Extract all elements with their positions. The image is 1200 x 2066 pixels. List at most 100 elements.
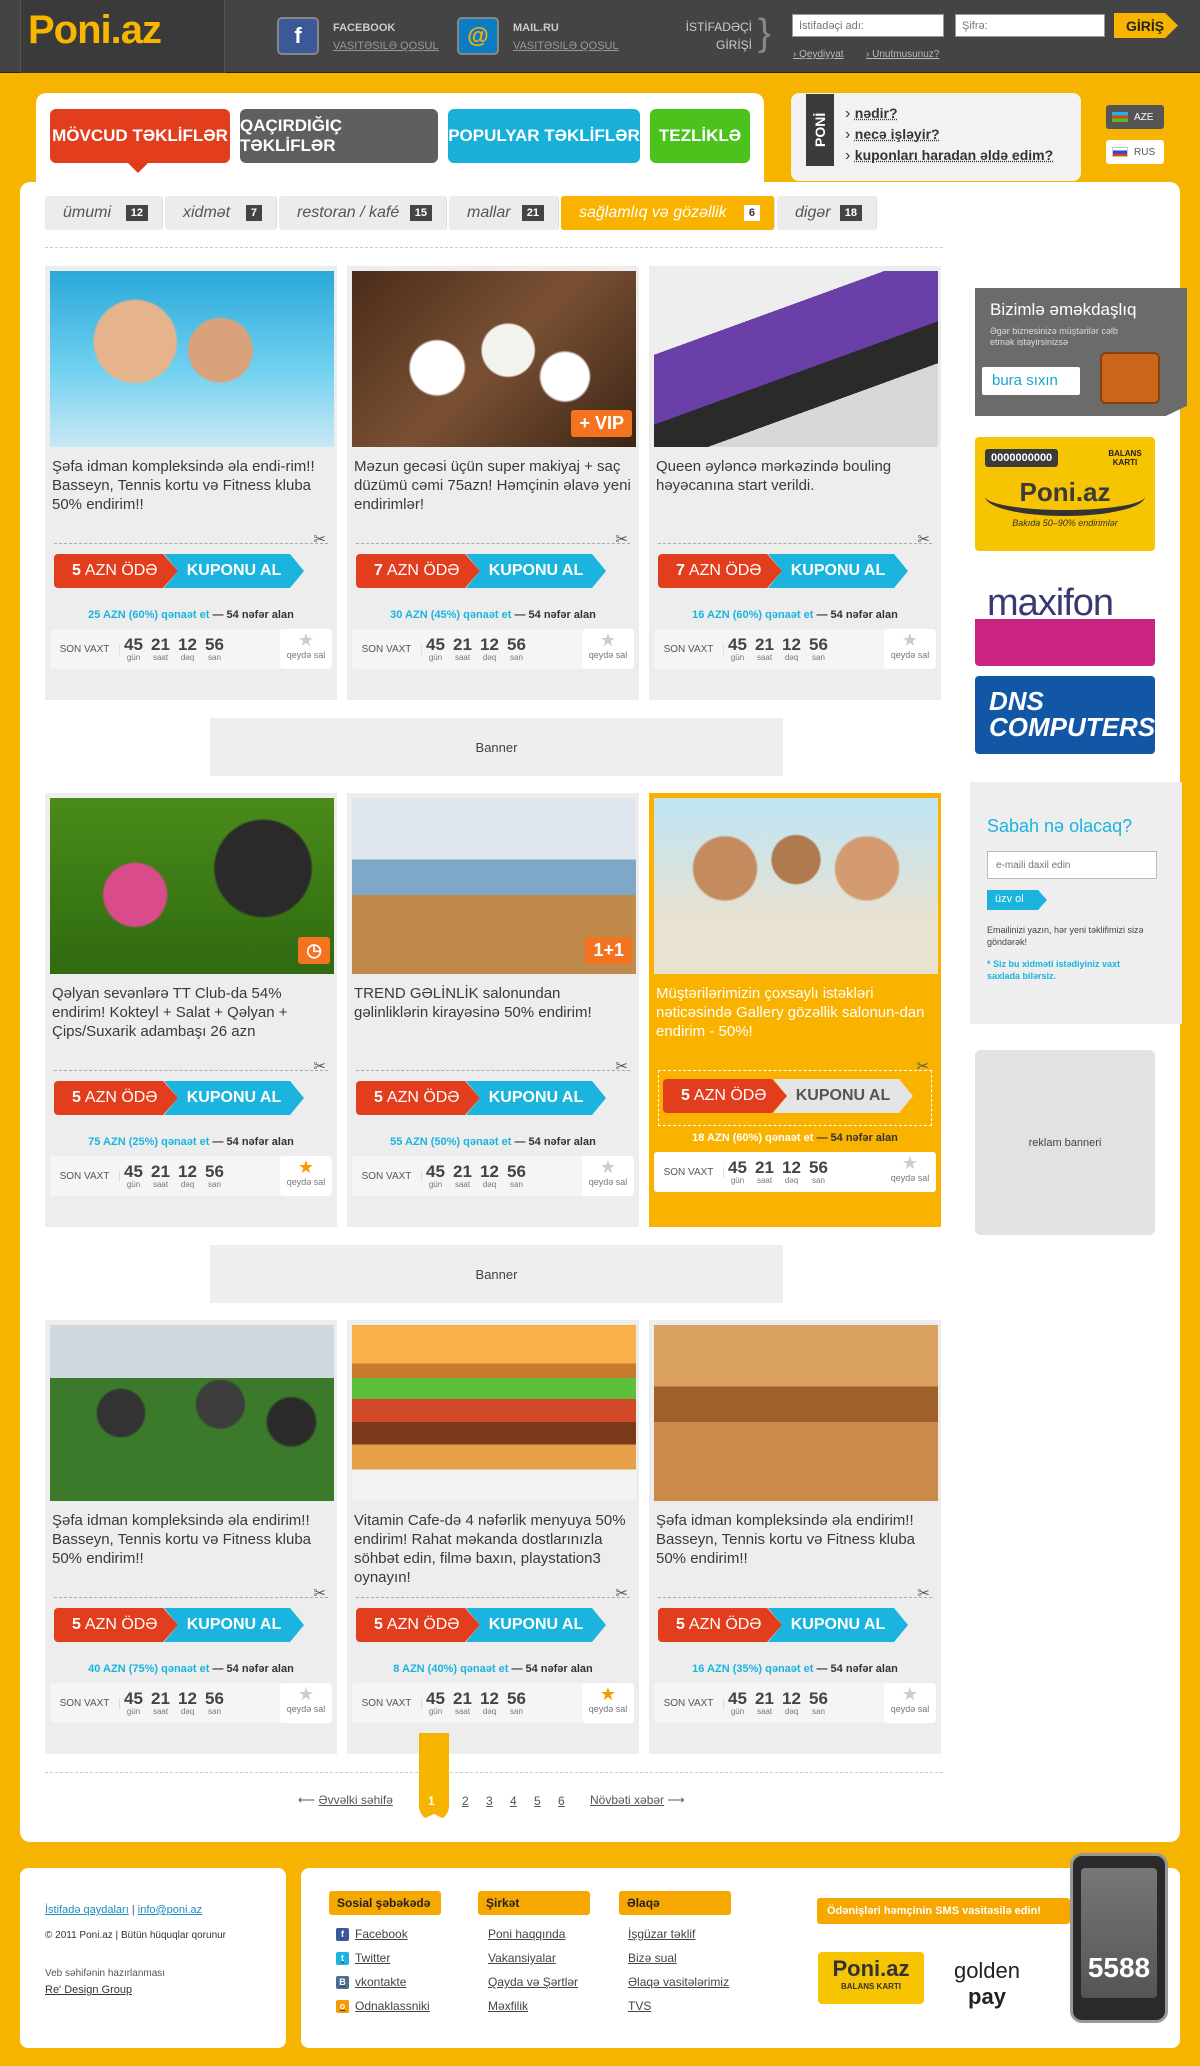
buy-coupon-button[interactable]: KUPONU AL <box>164 1081 304 1115</box>
favorite-button[interactable]: ★ qeydə sal <box>582 1156 634 1196</box>
page-4[interactable]: 4 <box>510 1794 517 1808</box>
pay-button[interactable]: 5 AZN ÖDƏ <box>356 1081 480 1115</box>
deal-card[interactable]: + VIP Məzun gecəsi üçün super makiyaj + … <box>347 266 639 700</box>
goldenpay-logo[interactable]: golden pay <box>934 1952 1040 2009</box>
tvs-link[interactable]: TVS <box>628 1994 729 2018</box>
mailru-icon[interactable]: @ <box>457 17 499 55</box>
password-input[interactable] <box>955 14 1105 37</box>
ad-banner-placeholder[interactable]: reklam banneri <box>975 1050 1155 1235</box>
deal-image[interactable] <box>654 1325 938 1501</box>
deal-image[interactable]: + VIP <box>352 271 636 447</box>
agency-link[interactable]: Re' Design Group <box>45 1984 132 1996</box>
deal-image[interactable] <box>352 1325 636 1501</box>
lang-rus-button[interactable]: RUS <box>1106 140 1164 164</box>
deal-image[interactable] <box>654 271 938 447</box>
business-offer-link[interactable]: İşgüzar təklif <box>628 1922 729 1946</box>
rules-link[interactable]: İstifadə qaydaları <box>45 1904 129 1916</box>
deal-title[interactable]: Şəfa idman kompleksində əla endi-rim!! B… <box>52 457 330 537</box>
site-logo[interactable]: Poni.az <box>28 8 162 53</box>
privacy-link[interactable]: Məxfilik <box>488 1994 578 2018</box>
buy-coupon-button[interactable]: KUPONU AL <box>773 1079 913 1113</box>
favorite-button[interactable]: ★ qeydə sal <box>280 629 332 669</box>
terms-link[interactable]: Qayda və Şərtlər <box>488 1970 578 1994</box>
buy-coupon-button[interactable]: KUPONU AL <box>768 554 908 588</box>
prev-page-link[interactable]: ⟵ Əvvəlki səhifə <box>298 1793 393 1807</box>
tab-coming-soon[interactable]: TEZLİKLƏ <box>650 109 750 163</box>
favorite-button[interactable]: ★ qeydə sal <box>884 629 936 669</box>
vacancies-link[interactable]: Vakansiyalar <box>488 1946 578 1970</box>
deal-title[interactable]: Məzun gecəsi üçün super makiyaj + saç dü… <box>354 457 632 537</box>
banner-slot-2[interactable]: Banner <box>210 1245 783 1303</box>
deal-title[interactable]: Şəfa idman kompleksində əla endirim!! Ba… <box>52 1511 330 1591</box>
category-goods[interactable]: mallar 21 <box>449 196 559 230</box>
favorite-button[interactable]: ★ qeydə sal <box>280 1156 332 1196</box>
next-page-link[interactable]: Növbəti xəbər ⟶ <box>590 1793 685 1807</box>
deal-card[interactable]: ◷ Qəlyan sevənlərə TT Club-da 54% endiri… <box>45 793 337 1227</box>
poni-link-how[interactable]: › necə işləyir? <box>845 124 1053 145</box>
category-restaurant[interactable]: restoran / kafé 15 <box>279 196 447 230</box>
buy-coupon-button[interactable]: KUPONU AL <box>466 1608 606 1642</box>
vkontakte-footer-link[interactable]: Bvkontakte <box>336 1970 430 1994</box>
email-link[interactable]: info@poni.az <box>138 1904 202 1916</box>
category-other[interactable]: digər 18 <box>777 196 877 230</box>
lang-aze-button[interactable]: AZE <box>1106 105 1164 129</box>
facebook-footer-link[interactable]: f Facebook <box>336 1922 430 1946</box>
pay-button[interactable]: 5 AZN ÖDƏ <box>54 1608 178 1642</box>
ask-question-link[interactable]: Bizə sual <box>628 1946 729 1970</box>
buy-coupon-button[interactable]: KUPONU AL <box>466 554 606 588</box>
page-1[interactable]: 1 <box>428 1794 435 1808</box>
deal-card[interactable]: Şəfa idman kompleksində əla endi-rim!! B… <box>45 266 337 700</box>
tab-current-offers[interactable]: MÖVCUD TƏKLİFLƏR <box>50 109 230 163</box>
login-button[interactable]: GİRİŞ <box>1114 13 1178 38</box>
page-3[interactable]: 3 <box>486 1794 493 1808</box>
pay-button[interactable]: 5 AZN ÖDƏ <box>658 1608 782 1642</box>
username-input[interactable] <box>792 14 944 37</box>
page-6[interactable]: 6 <box>558 1794 565 1808</box>
favorite-button[interactable]: ★ qeydə sal <box>280 1683 332 1723</box>
category-general[interactable]: ümumi 12 <box>45 196 163 230</box>
deal-title[interactable]: Qəlyan sevənlərə TT Club-da 54% endirim!… <box>52 984 330 1064</box>
maxifon-ad[interactable]: maxifon <box>975 562 1155 666</box>
deal-card[interactable]: Müştərilərimizin çoxsaylı istəkləri nəti… <box>649 793 941 1227</box>
pay-button[interactable]: 5 AZN ÖDƏ <box>663 1079 787 1113</box>
favorite-button[interactable]: ★ qeydə sal <box>582 629 634 669</box>
deal-title[interactable]: Queen əyləncə mərkəzində bouling həyəcan… <box>656 457 934 537</box>
buy-coupon-button[interactable]: KUPONU AL <box>164 1608 304 1642</box>
balance-card-footer-logo[interactable]: Poni.az BALANS KARTI <box>818 1952 924 2004</box>
tab-missed-offers[interactable]: QAÇIRDIĞIÇ TƏKLİFLƏR <box>240 109 438 163</box>
page-5[interactable]: 5 <box>534 1794 541 1808</box>
deal-card[interactable]: Şəfa idman kompleksində əla endirim!! Ba… <box>649 1320 941 1754</box>
pay-button[interactable]: 7 AZN ÖDƏ <box>356 554 480 588</box>
balance-card-ad[interactable]: 0000000000 BALANS KARTI Poni.az Bakıda 5… <box>975 437 1155 551</box>
about-link[interactable]: Poni haqqında <box>488 1922 578 1946</box>
deal-card[interactable]: 1+1 TREND GƏLİNLİK salonundan gəlinliklə… <box>347 793 639 1227</box>
pay-button[interactable]: 5 AZN ÖDƏ <box>54 1081 178 1115</box>
category-health-beauty[interactable]: sağlamlıq və gözəllik 6 <box>561 196 775 230</box>
subscribe-button[interactable]: üzv ol <box>987 890 1047 910</box>
deal-image[interactable]: ◷ <box>50 798 334 974</box>
favorite-button[interactable]: ★ qeydə sal <box>884 1683 936 1723</box>
mailru-login-link[interactable]: VASITƏSILƏ QOŞUL <box>513 40 619 52</box>
deal-title[interactable]: Müştərilərimizin çoxsaylı istəkləri nəti… <box>656 984 934 1064</box>
banner-slot-1[interactable]: Banner <box>210 718 783 776</box>
deal-image[interactable] <box>50 1325 334 1501</box>
pay-button[interactable]: 7 AZN ÖDƏ <box>658 554 782 588</box>
dns-computers-ad[interactable]: DNS COMPUTERS <box>975 676 1155 754</box>
facebook-icon[interactable]: f <box>277 17 319 55</box>
favorite-button[interactable]: ★ qeydə sal <box>884 1152 936 1192</box>
forgot-password-link[interactable]: › Unutmusunuz? <box>866 49 939 60</box>
odnoklassniki-footer-link[interactable]: o Odnaklassniki <box>336 1994 430 2018</box>
favorite-button[interactable]: ★ qeydə sal <box>582 1683 634 1723</box>
pay-button[interactable]: 5 AZN ÖDƏ <box>54 554 178 588</box>
deal-card[interactable]: Queen əyləncə mərkəzində bouling həyəcan… <box>649 266 941 700</box>
deal-title[interactable]: Vitamin Cafe-də 4 nəfərlik menyuya 50% e… <box>354 1511 632 1591</box>
buy-coupon-button[interactable]: KUPONU AL <box>164 554 304 588</box>
twitter-footer-link[interactable]: t Twitter <box>336 1946 430 1970</box>
deal-image[interactable] <box>654 798 938 974</box>
deal-image[interactable] <box>50 271 334 447</box>
buy-coupon-button[interactable]: KUPONU AL <box>768 1608 908 1642</box>
poni-link-where[interactable]: › kuponları haradan əldə edim? <box>845 145 1053 166</box>
deal-card[interactable]: Şəfa idman kompleksində əla endirim!! Ba… <box>45 1320 337 1754</box>
contact-means-link[interactable]: Əlaqə vasitələrimiz <box>628 1970 729 1994</box>
coop-button[interactable]: bura sıxın <box>982 367 1080 395</box>
